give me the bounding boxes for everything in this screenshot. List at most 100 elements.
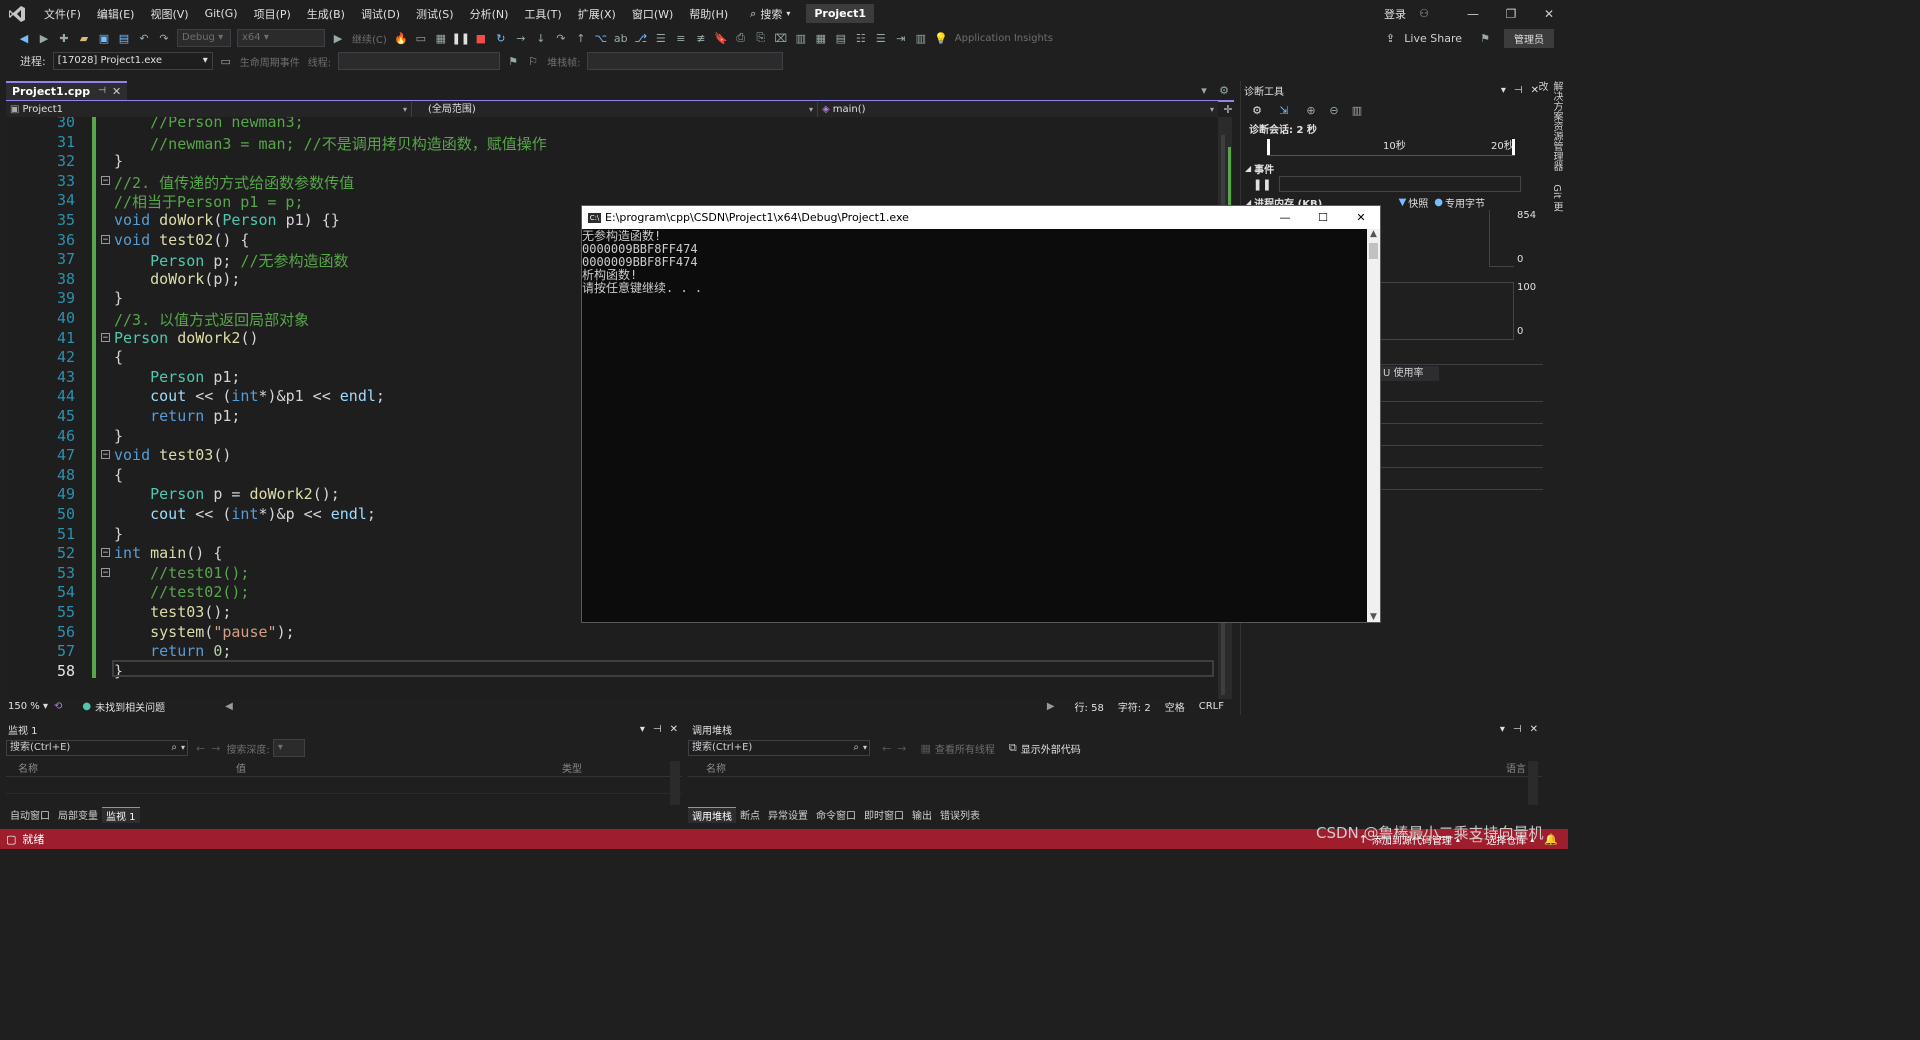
tab-list-icon[interactable]: ▾	[1195, 82, 1213, 100]
tab-call-stack[interactable]: 调用堆栈	[688, 806, 736, 823]
tab-autos[interactable]: 自动窗口	[6, 807, 54, 822]
project-scope-select[interactable]: ▣ Project1 ▾	[6, 101, 412, 117]
close-button[interactable]: ✕	[1530, 7, 1568, 21]
back-icon[interactable]: ◀	[15, 29, 33, 47]
console-scroll-thumb[interactable]	[1369, 243, 1378, 259]
step-into-icon[interactable]: ↓	[532, 29, 550, 47]
code-line[interactable]: 31 //newman3 = man; //不是调用拷贝构造函数，赋值操作	[6, 133, 1218, 153]
events-header[interactable]: 事件	[1254, 161, 1274, 176]
collapse-icon[interactable]: −	[101, 548, 110, 558]
tab-watch1[interactable]: 监视 1	[102, 806, 140, 823]
tab-locals[interactable]: 局部变量	[54, 807, 102, 822]
line-ending-indicator[interactable]: CRLF	[1199, 701, 1224, 712]
issues-status[interactable]: 未找到相关问题	[95, 699, 165, 714]
align-icon[interactable]: ☷	[852, 29, 870, 47]
collapse-icon[interactable]: −	[101, 450, 110, 460]
collapse-icon[interactable]: −	[101, 234, 110, 244]
layout-icon[interactable]: ▥	[792, 29, 810, 47]
show-next-statement-icon[interactable]: →	[512, 29, 530, 47]
watch-col-type[interactable]: 类型	[562, 760, 582, 775]
format-icon[interactable]: ☰	[872, 29, 890, 47]
callstack-col-language[interactable]: 语言	[1506, 760, 1526, 775]
settings-icon[interactable]: ⚙	[1215, 82, 1233, 100]
collapse-icon[interactable]: −	[101, 567, 110, 577]
cpu-usage-tab[interactable]: U 使用率	[1381, 366, 1439, 381]
comment-icon[interactable]: ≡	[672, 29, 690, 47]
collapse-icon[interactable]: −	[101, 332, 110, 342]
zoom-out-icon[interactable]: ⊖	[1325, 101, 1343, 119]
forward-icon[interactable]: →	[897, 742, 906, 755]
watch-search-input[interactable]: 搜索(Ctrl+E) ⌕ ▾	[6, 740, 188, 756]
tab-breakpoints[interactable]: 断点	[736, 807, 764, 822]
zoom-in-icon[interactable]: ⊕	[1302, 101, 1320, 119]
browse-icon[interactable]: ▭	[412, 29, 430, 47]
code-line[interactable]: 56 system("pause");	[6, 623, 1218, 643]
watch-scrollbar[interactable]	[670, 761, 680, 805]
scroll-up-icon[interactable]: ▲	[1367, 229, 1380, 241]
zoom-select[interactable]: 150 % ▾	[6, 701, 54, 712]
step-over-icon[interactable]: ↷	[552, 29, 570, 47]
spell-check-icon[interactable]: ab	[612, 29, 630, 47]
callstack-search-input[interactable]: 搜索(Ctrl+E) ⌕ ▾	[688, 740, 870, 756]
open-file-icon[interactable]: ▰	[75, 29, 93, 47]
pin-icon[interactable]: ⊣	[98, 83, 106, 100]
tab-output[interactable]: 输出	[908, 807, 936, 822]
new-project-icon[interactable]: ✚	[55, 29, 73, 47]
timeline-end-handle[interactable]	[1512, 139, 1515, 155]
scroll-down-icon[interactable]: ▼	[1367, 612, 1380, 622]
reset-zoom-icon[interactable]: ▥	[1348, 101, 1366, 119]
pin-icon[interactable]: ⊣	[653, 724, 662, 735]
pin-icon[interactable]: ⊣	[1513, 724, 1522, 735]
thread-select[interactable]	[338, 52, 501, 70]
continue-button[interactable]: 继续(C)	[352, 31, 387, 46]
column-indicator[interactable]: 字符: 2	[1118, 699, 1151, 714]
gear-icon[interactable]: ⚙	[1248, 101, 1266, 119]
code-line[interactable]: 32}	[6, 152, 1218, 172]
console-scrollbar[interactable]: ▲ ▼	[1367, 229, 1380, 622]
thread-icon[interactable]: ☰	[652, 29, 670, 47]
menu-debug[interactable]: 调试(D)	[353, 6, 408, 22]
panel-menu-icon[interactable]: ▾	[1501, 85, 1506, 96]
pin-icon[interactable]: ⊣	[1514, 85, 1523, 96]
callstack-col-name[interactable]: 名称	[706, 760, 726, 775]
menu-git[interactable]: Git(G)	[197, 7, 246, 20]
close-tab-icon[interactable]: ✕	[112, 83, 121, 100]
menu-build[interactable]: 生成(B)	[299, 6, 353, 22]
menu-view[interactable]: 视图(V)	[142, 6, 196, 22]
show-external-code-button[interactable]: 显示外部代码	[1021, 741, 1081, 756]
menu-edit[interactable]: 编辑(E)	[89, 6, 143, 22]
forward-icon[interactable]: ▶	[35, 29, 53, 47]
platform-select[interactable]: x64 ▾	[237, 29, 325, 47]
scroll-right-icon[interactable]: ▶	[1047, 701, 1055, 712]
diagnostic-events-icon[interactable]: ▦	[432, 29, 450, 47]
menu-test[interactable]: 测试(S)	[408, 6, 462, 22]
tab-exception-settings[interactable]: 异常设置	[764, 807, 812, 822]
search-menu[interactable]: ⌕ 搜索 ▾	[742, 6, 798, 22]
code-line[interactable]: 57 return 0;	[6, 642, 1218, 662]
menu-file[interactable]: 文件(F)	[36, 6, 89, 22]
tab-command-window[interactable]: 命令窗口	[812, 807, 860, 822]
continue-icon[interactable]: ▶	[329, 29, 347, 47]
menu-extensions[interactable]: 扩展(X)	[570, 6, 624, 22]
save-icon[interactable]: ▣	[95, 29, 113, 47]
close-panel-icon[interactable]: ✕	[1530, 724, 1538, 735]
console-minimize-button[interactable]: —	[1266, 211, 1304, 224]
feedback-icon[interactable]: ⚑	[1476, 29, 1494, 47]
login-link[interactable]: 登录	[1376, 6, 1414, 22]
next-bookmark-icon[interactable]: ⎘	[752, 29, 770, 47]
uncomment-icon[interactable]: ≢	[692, 29, 710, 47]
member-select[interactable]: ◈ main() ▾	[818, 102, 1218, 117]
back-icon[interactable]: ←	[882, 742, 891, 755]
stackframe-select[interactable]	[587, 52, 784, 70]
process-select[interactable]: [17028] Project1.exe ▾	[52, 52, 213, 70]
menu-analyze[interactable]: 分析(N)	[462, 6, 517, 22]
menu-project[interactable]: 项目(P)	[246, 6, 299, 22]
watch-col-name[interactable]: 名称	[18, 760, 38, 775]
console-close-button[interactable]: ✕	[1342, 211, 1380, 224]
hex-display-icon[interactable]: ⌥	[592, 29, 610, 47]
prev-bookmark-icon[interactable]: ⎙	[732, 29, 750, 47]
code-line[interactable]: 30 //Person newman3;	[6, 117, 1218, 133]
menu-help[interactable]: 帮助(H)	[681, 6, 736, 22]
panel-menu-icon[interactable]: ▾	[1500, 724, 1505, 735]
export-icon[interactable]: ⇲	[1275, 101, 1293, 119]
